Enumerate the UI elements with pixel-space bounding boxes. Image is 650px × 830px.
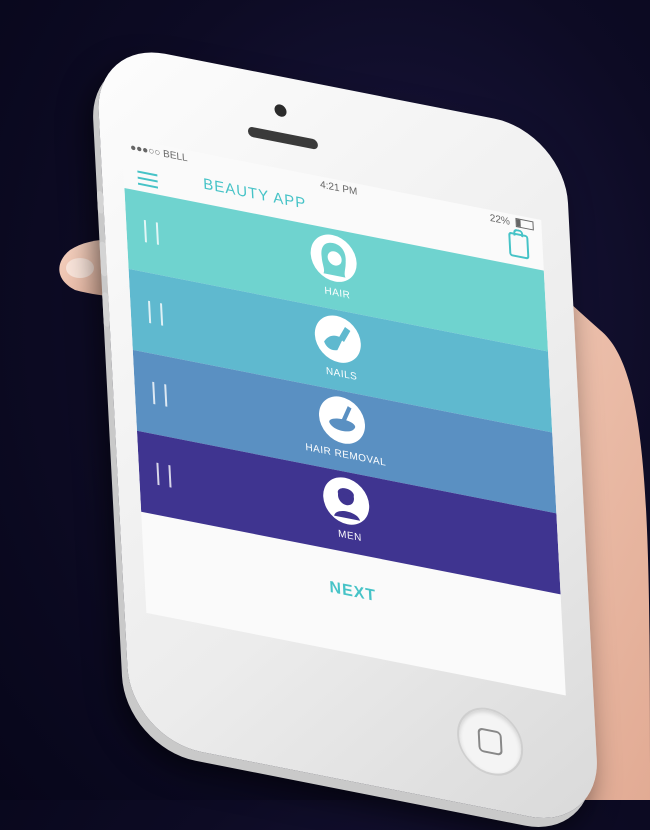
battery-percent: 22% bbox=[489, 212, 511, 228]
nail-polish-icon bbox=[313, 311, 362, 367]
wax-bowl-icon bbox=[317, 392, 367, 448]
iphone-device: ●●●○○ BELL 4:21 PM 22% BEAUTY APP HAIR N… bbox=[95, 40, 601, 830]
drag-handle-icon[interactable] bbox=[148, 300, 164, 326]
drag-handle-icon[interactable] bbox=[156, 462, 172, 488]
hamburger-menu-icon[interactable] bbox=[137, 170, 159, 189]
shopping-bag-icon[interactable] bbox=[508, 231, 530, 260]
drag-handle-icon[interactable] bbox=[152, 381, 168, 407]
man-icon bbox=[322, 473, 371, 529]
app-screen: ●●●○○ BELL 4:21 PM 22% BEAUTY APP HAIR N… bbox=[121, 137, 566, 696]
woman-hair-icon bbox=[309, 230, 358, 287]
mute-switch bbox=[96, 190, 105, 215]
home-square-icon bbox=[477, 727, 503, 757]
drag-handle-icon[interactable] bbox=[143, 219, 159, 245]
phone-mockup: ●●●○○ BELL 4:21 PM 22% BEAUTY APP HAIR N… bbox=[0, 0, 650, 830]
